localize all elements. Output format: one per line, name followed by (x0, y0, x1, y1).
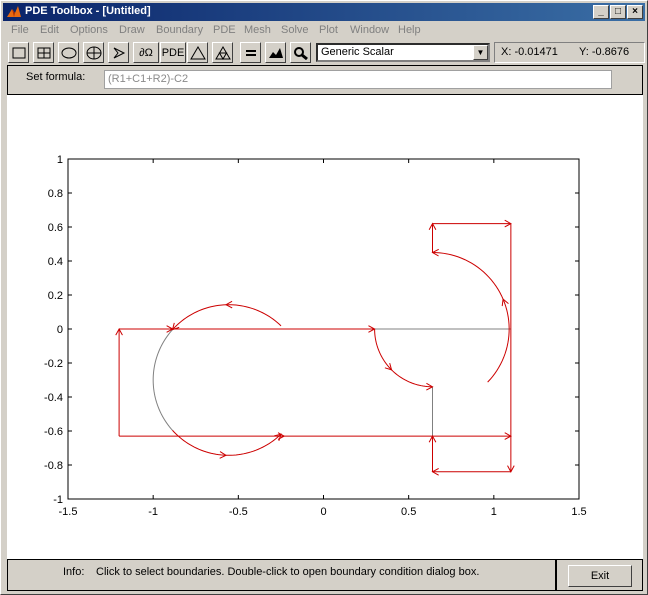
minimize-button[interactable]: _ (593, 5, 609, 19)
menu-bar: File Edit Options Draw Boundary PDE Mesh… (3, 22, 645, 40)
status-bar: Info: Click to select boundaries. Double… (7, 559, 556, 591)
maximize-button[interactable]: □ (610, 5, 626, 19)
triangle-mesh-icon (189, 45, 206, 59)
chevron-down-icon[interactable]: ▼ (473, 45, 488, 60)
centered-ellipse-icon (86, 46, 101, 59)
formula-bar: Set formula: (R1+C1+R2)-C2 (7, 65, 643, 95)
menu-mesh[interactable]: Mesh (244, 24, 271, 36)
cursor-coordinates: X: -0.01471 Y: -0.8676 (494, 42, 645, 63)
window-title: PDE Toolbox - [Untitled] (25, 5, 151, 17)
y-tick-label: 0.2 (48, 290, 63, 302)
y-tick-label: 0 (57, 324, 63, 336)
equals-icon (245, 49, 256, 56)
boundary-arc (172, 304, 282, 330)
title-bar[interactable]: PDE Toolbox - [Untitled] _ □ × (3, 3, 645, 21)
geometry-plot[interactable]: -1.5 -1 -0.5 0 0.5 1 1.510.80.60.40.20-0.2-0.4… (7, 95, 643, 559)
refine-mesh-button[interactable] (212, 42, 233, 63)
boundary-arc (172, 430, 282, 456)
y-tick-label: -0.2 (44, 358, 63, 370)
ellipse-tool-button[interactable] (58, 42, 79, 63)
toolbar: ∂Ω PDE Generic Scalar ▼ X: -0.01471 Y: -… (3, 41, 645, 65)
boundary-omega-icon: ∂Ω (139, 46, 153, 59)
menu-draw[interactable]: Draw (119, 24, 145, 36)
x-tick-label: -1 (148, 506, 158, 518)
magnifier-icon (293, 46, 308, 60)
close-button[interactable]: × (627, 5, 643, 19)
app-window: PDE Toolbox - [Untitled] _ □ × File Edit… (0, 0, 648, 595)
y-tick-label: 1 (57, 154, 63, 166)
x-tick-label: 1.5 (571, 506, 586, 518)
ellipse-icon (61, 47, 76, 58)
menu-window[interactable]: Window (350, 24, 389, 36)
menu-plot[interactable]: Plot (319, 24, 338, 36)
exit-button[interactable]: Exit (568, 565, 632, 587)
formula-input[interactable]: (R1+C1+R2)-C2 (104, 70, 612, 89)
y-tick-label: -0.8 (44, 460, 63, 472)
y-tick-label: 0.4 (48, 256, 63, 268)
info-text: Click to select boundaries. Double-click… (96, 566, 480, 578)
rectangle-tool-button[interactable] (8, 42, 29, 63)
x-tick-label: -0.5 (229, 506, 248, 518)
menu-file[interactable]: File (11, 24, 29, 36)
centered-rectangle-tool-button[interactable] (33, 42, 54, 63)
menu-solve[interactable]: Solve (281, 24, 309, 36)
solve-button[interactable] (240, 42, 261, 63)
y-tick-label: -0.6 (44, 426, 63, 438)
boundary-arc (374, 328, 433, 388)
menu-pde[interactable]: PDE (213, 24, 236, 36)
formula-label: Set formula: (26, 71, 86, 83)
zoom-button[interactable] (290, 42, 311, 63)
menu-help[interactable]: Help (398, 24, 421, 36)
x-tick-label: -1.5 (59, 506, 78, 518)
menu-options[interactable]: Options (70, 24, 108, 36)
subdomain-edge (152, 329, 173, 431)
exit-panel: Exit (556, 559, 643, 591)
info-label: Info: (63, 566, 85, 578)
application-mode-value: Generic Scalar (321, 46, 394, 58)
y-tick-label: 0.6 (48, 222, 63, 234)
refined-mesh-icon (214, 45, 231, 60)
polygon-tool-button[interactable] (108, 42, 129, 63)
y-coordinate: Y: -0.8676 (579, 46, 630, 58)
rectangle-icon (12, 47, 25, 58)
menu-boundary[interactable]: Boundary (156, 24, 203, 36)
matlab-logo-icon (7, 6, 21, 17)
x-coordinate: X: -0.01471 (501, 46, 558, 58)
y-tick-label: -1 (53, 494, 63, 506)
centered-rectangle-icon (37, 47, 50, 58)
polygon-icon (113, 47, 125, 58)
pde-label: PDE (161, 46, 185, 59)
x-tick-label: 0 (320, 506, 326, 518)
pde-spec-button[interactable]: PDE (160, 42, 186, 63)
plot-solution-button[interactable] (265, 42, 286, 63)
boundary-arc (432, 252, 510, 383)
plot-area[interactable]: -1.5 -1 -0.5 0 0.5 1 1.5 1 0.8 0.6 0.4 0.2 0 -0.2 -0.4… (7, 95, 643, 559)
centered-ellipse-tool-button[interactable] (83, 42, 104, 63)
init-mesh-button[interactable] (187, 42, 208, 63)
y-tick-label: -0.4 (44, 392, 63, 404)
x-tick-label: 1 (491, 506, 497, 518)
application-mode-select[interactable]: Generic Scalar ▼ (316, 43, 490, 62)
boundary-mode-button[interactable]: ∂Ω (133, 42, 159, 63)
surface-plot-icon (268, 47, 283, 58)
y-tick-label: 0.8 (48, 188, 63, 200)
x-tick-label: 0.5 (401, 506, 416, 518)
menu-edit[interactable]: Edit (40, 24, 59, 36)
